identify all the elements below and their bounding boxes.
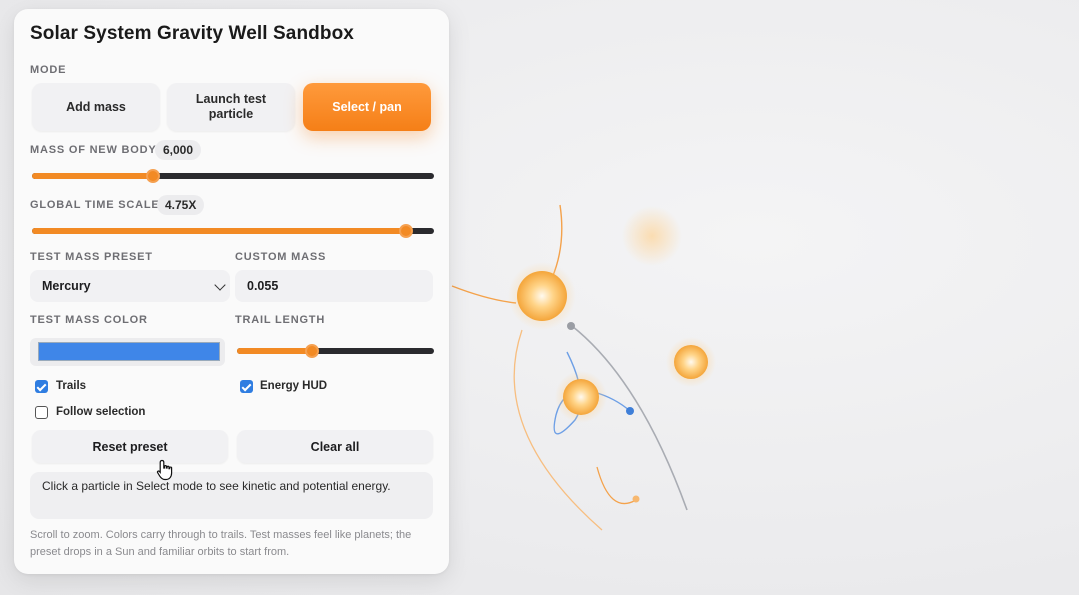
particle-gray[interactable]	[567, 322, 575, 330]
slider-fill	[32, 228, 406, 234]
select-pan-button[interactable]: Select / pan	[303, 83, 431, 131]
color-swatch	[38, 342, 220, 361]
time-scale-label: GLOBAL TIME SCALE	[30, 199, 160, 211]
launch-test-particle-button[interactable]: Launch test particle	[167, 83, 295, 131]
time-scale-slider[interactable]	[32, 224, 434, 238]
help-hint: Scroll to zoom. Colors carry through to …	[30, 529, 412, 559]
slider-thumb[interactable]	[305, 344, 319, 358]
trail-orange-hook	[596, 466, 637, 505]
test-mass-color-picker[interactable]	[30, 338, 225, 366]
mass-new-body-label: MASS OF NEW BODY	[30, 144, 157, 156]
reset-preset-button[interactable]: Reset preset	[32, 430, 228, 463]
mass-new-body-slider[interactable]	[32, 169, 434, 183]
test-mass-preset-value: Mercury	[42, 279, 91, 293]
mass-new-body-value: 6,000	[155, 140, 202, 160]
energy-hud-label: Energy HUD	[260, 380, 328, 392]
trail-orange-left	[451, 285, 517, 304]
slider-thumb[interactable]	[146, 169, 160, 183]
trails-label: Trails	[56, 380, 87, 392]
body-small[interactable]	[674, 345, 708, 379]
clear-all-button[interactable]: Clear all	[237, 430, 433, 463]
slider-thumb[interactable]	[399, 224, 413, 238]
trail-orange-arc	[513, 329, 603, 531]
follow-selection-checkbox[interactable]	[35, 406, 48, 419]
test-mass-color-label: TEST MASS COLOR	[30, 314, 148, 326]
follow-selection-label: Follow selection	[56, 406, 146, 418]
slider-fill	[32, 173, 153, 179]
trail-length-label: TRAIL LENGTH	[235, 314, 326, 326]
particle-orange[interactable]	[632, 495, 640, 503]
body-large[interactable]	[517, 271, 567, 321]
chevron-down-icon	[214, 279, 226, 291]
body-medium[interactable]	[563, 379, 599, 415]
energy-hud-checkbox[interactable]	[240, 380, 253, 393]
custom-mass-label: CUSTOM MASS	[235, 251, 327, 263]
trails-checkbox[interactable]	[35, 380, 48, 393]
page-title: Solar System Gravity Well Sandbox	[30, 23, 354, 44]
test-mass-preset-label: TEST MASS PRESET	[30, 251, 153, 263]
slider-fill	[237, 348, 312, 354]
add-mass-button[interactable]: Add mass	[32, 83, 160, 131]
energy-info-box: Click a particle in Select mode to see k…	[30, 472, 433, 519]
control-panel: Solar System Gravity Well Sandbox MODE A…	[14, 9, 449, 574]
mode-label: MODE	[30, 64, 67, 76]
test-mass-preset-select[interactable]: Mercury	[30, 270, 230, 302]
custom-mass-input[interactable]: 0.055	[235, 270, 433, 302]
time-scale-value: 4.75X	[157, 195, 205, 215]
particle-blue[interactable]	[626, 407, 634, 415]
trail-length-slider[interactable]	[237, 344, 434, 358]
hand-cursor-icon	[156, 459, 173, 481]
faded-body[interactable]	[622, 206, 682, 266]
